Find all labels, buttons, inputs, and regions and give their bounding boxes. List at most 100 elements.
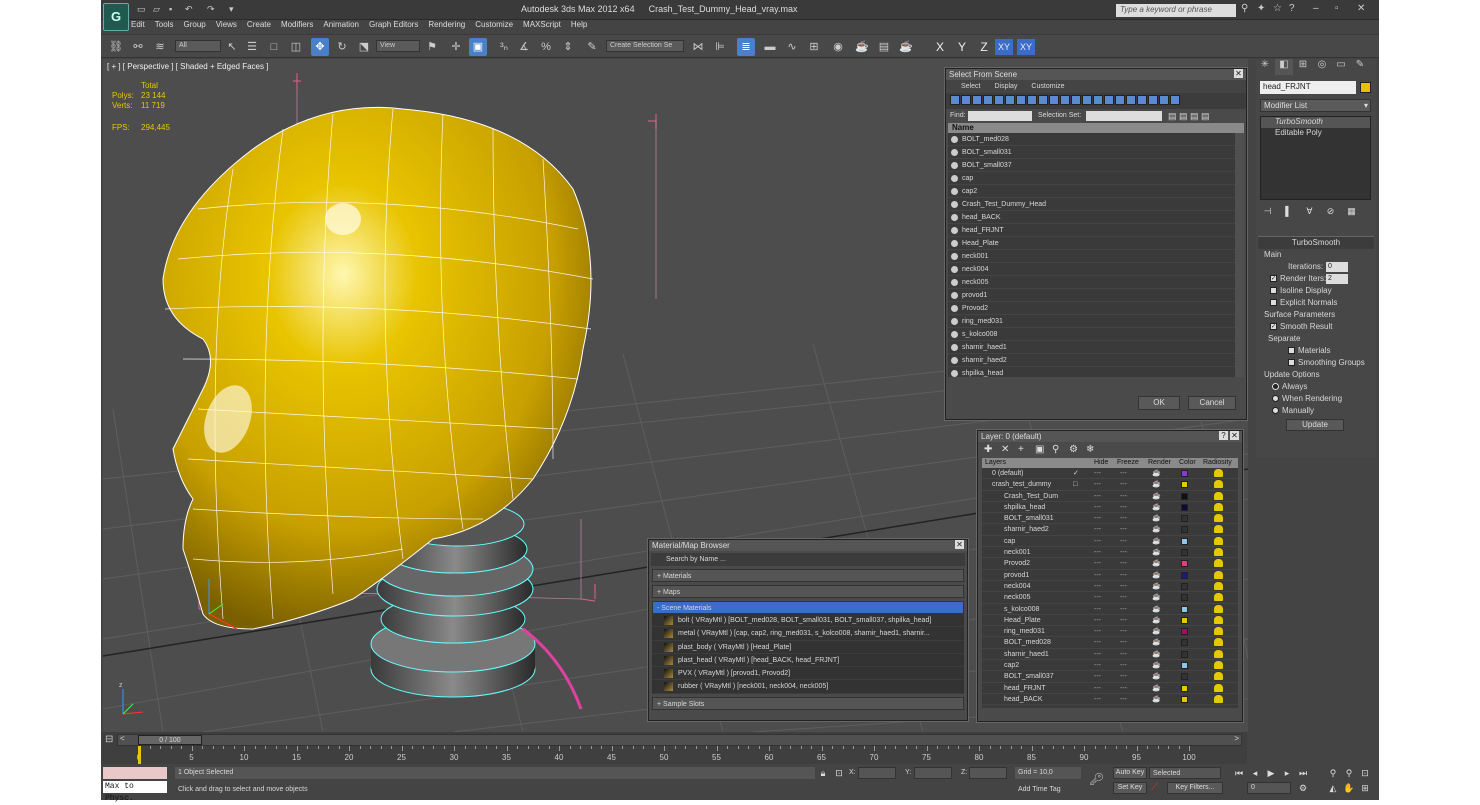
layer-name[interactable]: head_FRJNT [1004, 683, 1046, 694]
select-by-name-icon[interactable]: ☰ [243, 38, 261, 56]
layer-row[interactable]: ring_med031 --- --- ☕ [982, 626, 1238, 638]
radiosity-icon[interactable] [1214, 536, 1223, 545]
menu-maxscript[interactable]: MAXScript [523, 20, 561, 29]
layer-name[interactable]: cap2 [1004, 660, 1019, 671]
radiosity-icon[interactable] [1214, 661, 1223, 670]
snaps-toggle-icon[interactable]: ³ₙ [495, 38, 513, 56]
hide-toggle[interactable]: --- [1094, 547, 1101, 558]
help-icon[interactable]: ? [1289, 3, 1295, 14]
hide-toggle[interactable]: --- [1094, 536, 1101, 547]
radiosity-icon[interactable] [1214, 502, 1223, 511]
layer-name[interactable]: neck001 [1004, 547, 1030, 558]
maximize-icon[interactable]: ▫ [1335, 3, 1339, 14]
prev-frame-icon[interactable]: ◂ [1249, 767, 1261, 779]
freeze-toggle[interactable]: --- [1120, 570, 1127, 581]
layer-row[interactable]: BOLT_small037 --- --- ☕ [982, 671, 1238, 683]
maxscript-listener-mini[interactable] [103, 767, 167, 779]
curve-editor-icon[interactable]: ∿ [783, 38, 801, 56]
delete-layer-icon[interactable]: ✕ [1001, 444, 1018, 455]
hide-toggle[interactable]: --- [1094, 637, 1101, 648]
next-frame-icon[interactable]: > [1234, 734, 1239, 743]
close-icon[interactable]: ✕ [1230, 431, 1239, 440]
save-file-icon[interactable]: ▪ [169, 4, 172, 14]
ok-button[interactable]: OK [1138, 396, 1180, 410]
layer-row[interactable]: Provod2 --- --- ☕ [982, 558, 1238, 570]
filter-icon[interactable] [1049, 95, 1059, 105]
render-teapot-icon[interactable]: ☕ [1152, 513, 1161, 524]
close-icon[interactable]: ✕ [1357, 3, 1365, 14]
render-iters-checkbox[interactable]: ✓ [1270, 275, 1277, 283]
material-item[interactable]: metal ( VRayMtl ) [cap, cap2, ring_med03… [652, 627, 964, 641]
hide-toggle[interactable]: --- [1094, 581, 1101, 592]
list-item[interactable]: BOLT_small031 [948, 146, 1244, 159]
filter-icon[interactable] [1038, 95, 1048, 105]
radiosity-icon[interactable] [1214, 627, 1223, 636]
maximize-viewport-icon[interactable]: ⊞ [1359, 782, 1371, 794]
frame-ruler[interactable]: 0510152025303540455055606570758085909510… [137, 746, 1229, 764]
menu-select[interactable]: Select [961, 83, 980, 90]
list-item[interactable]: Provod2 [948, 302, 1244, 315]
create-layer-icon[interactable]: ✚ [984, 444, 1001, 455]
current-frame-field[interactable]: 0 [1247, 782, 1291, 794]
layer-color-swatch[interactable] [1181, 560, 1188, 568]
menu-animation[interactable]: Animation [323, 20, 359, 29]
scene-materials-group[interactable]: - Scene Materials [652, 601, 964, 614]
layer-name[interactable]: neck005 [1004, 592, 1030, 603]
render-teapot-icon[interactable]: ☕ [1152, 694, 1161, 705]
filter-icon[interactable] [1137, 95, 1147, 105]
menu-customize[interactable]: Customize [475, 20, 513, 29]
filter-icon[interactable] [994, 95, 1004, 105]
layer-color-swatch[interactable] [1181, 673, 1188, 681]
hide-toggle[interactable]: --- [1094, 626, 1101, 637]
axis-xy-cycle-button[interactable]: XY [1017, 39, 1035, 55]
freeze-toggle[interactable]: --- [1120, 637, 1127, 648]
ref-coord-dropdown[interactable]: View [376, 40, 420, 52]
menu-display[interactable]: Display [994, 83, 1017, 90]
pan-icon[interactable]: ✋ [1343, 782, 1355, 794]
layer-color-swatch[interactable] [1181, 571, 1188, 579]
layer-name[interactable]: s_kolco008 [1004, 604, 1039, 615]
edit-named-selection-icon[interactable]: ✎ [583, 38, 601, 56]
menu-modifiers[interactable]: Modifiers [281, 20, 313, 29]
layer-row[interactable]: shpilka_head --- --- ☕ [982, 502, 1238, 514]
select-manipulate-icon[interactable]: ✛ [447, 38, 465, 56]
materials-group[interactable]: + Materials [652, 569, 964, 582]
key-mode-dropdown[interactable]: Selected [1149, 767, 1221, 779]
layer-color-swatch[interactable] [1181, 470, 1188, 477]
display-tab-icon[interactable]: ▭ [1332, 59, 1350, 75]
radiosity-icon[interactable] [1214, 683, 1223, 692]
time-slider[interactable]: 0 / 100 < > [117, 734, 1242, 746]
radiosity-icon[interactable] [1214, 469, 1223, 477]
freeze-toggle[interactable]: --- [1120, 536, 1127, 547]
hide-toggle[interactable]: --- [1094, 479, 1101, 490]
freeze-toggle[interactable]: --- [1120, 683, 1127, 694]
radiosity-icon[interactable] [1214, 694, 1223, 703]
filter-icon[interactable] [950, 95, 960, 105]
render-teapot-icon[interactable]: ☕ [1152, 637, 1161, 648]
layer-row[interactable]: provod1 --- --- ☕ [982, 570, 1238, 581]
render-teapot-icon[interactable]: ☕ [1152, 604, 1161, 615]
set-key-mode-icon[interactable]: ⟋ [1151, 782, 1158, 793]
filter-icon[interactable] [1016, 95, 1026, 105]
axis-y-button[interactable]: Y [953, 39, 971, 55]
hide-toggle[interactable]: --- [1094, 660, 1101, 671]
bind-space-warp-icon[interactable]: ≋ [151, 38, 169, 56]
stack-item-editable-poly[interactable]: Editable Poly [1261, 128, 1370, 139]
layer-row[interactable]: BOLT_med028 --- --- ☕ [982, 637, 1238, 649]
unlink-icon[interactable]: ⚯ [129, 38, 147, 56]
layer-name[interactable]: sharnir_haed2 [1004, 524, 1049, 535]
redo-icon[interactable]: ↷ [207, 4, 215, 15]
search-input[interactable]: Type a keyword or phrase [1116, 4, 1236, 17]
layer-row[interactable]: Head_Plate --- --- ☕ [982, 615, 1238, 627]
align-icon[interactable]: ⊫ [711, 38, 729, 56]
material-item[interactable]: bolt ( VRayMtl ) [BOLT_med028, BOLT_smal… [652, 614, 964, 628]
zoom-extents-icon[interactable]: ⊡ [1359, 767, 1371, 779]
add-to-layer-icon[interactable]: + [1018, 444, 1035, 455]
freeze-toggle[interactable]: --- [1120, 479, 1127, 490]
configure-sets-icon[interactable]: ▦ [1344, 206, 1359, 217]
col-color[interactable]: Color [1179, 458, 1196, 468]
filter-icon[interactable] [961, 95, 971, 105]
list-item[interactable]: cap [948, 172, 1244, 185]
hide-toggle[interactable]: --- [1094, 468, 1101, 479]
layer-row[interactable]: Crash_Test_Dum --- --- ☕ [982, 491, 1238, 502]
